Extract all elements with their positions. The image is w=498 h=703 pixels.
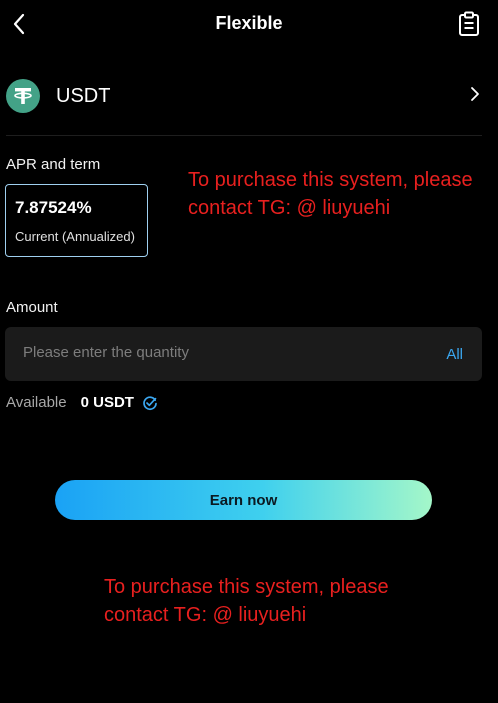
tether-logo-icon xyxy=(6,79,40,113)
apr-caption: Current (Annualized) xyxy=(15,229,135,244)
header-bar: Flexible xyxy=(0,0,498,48)
available-balance: 0 USDT xyxy=(80,394,134,411)
page-title: Flexible xyxy=(215,13,283,33)
all-button[interactable]: All xyxy=(446,346,463,363)
refresh-check-icon[interactable] xyxy=(142,395,158,411)
apr-term-label: APR and term xyxy=(6,156,101,173)
clipboard-list-icon xyxy=(459,11,479,36)
amount-label: Amount xyxy=(6,299,58,316)
watermark-text: To purchase this system, please contact … xyxy=(104,576,389,626)
divider xyxy=(6,135,482,136)
earn-now-button[interactable]: Earn now xyxy=(55,480,432,520)
watermark-text: To purchase this system, please contact … xyxy=(188,169,473,219)
amount-field-box: All xyxy=(5,327,482,381)
records-button[interactable] xyxy=(458,11,482,37)
amount-input[interactable] xyxy=(23,344,403,361)
coin-selector[interactable]: USDT xyxy=(6,74,486,118)
available-label: Available xyxy=(6,394,67,411)
apr-value: 7.87524% xyxy=(15,198,92,217)
apr-term-card[interactable]: 7.87524% Current (Annualized) xyxy=(5,184,148,257)
available-row: Available 0 USDT xyxy=(6,394,158,411)
coin-name: USDT xyxy=(56,84,111,107)
chevron-right-icon xyxy=(471,87,479,101)
